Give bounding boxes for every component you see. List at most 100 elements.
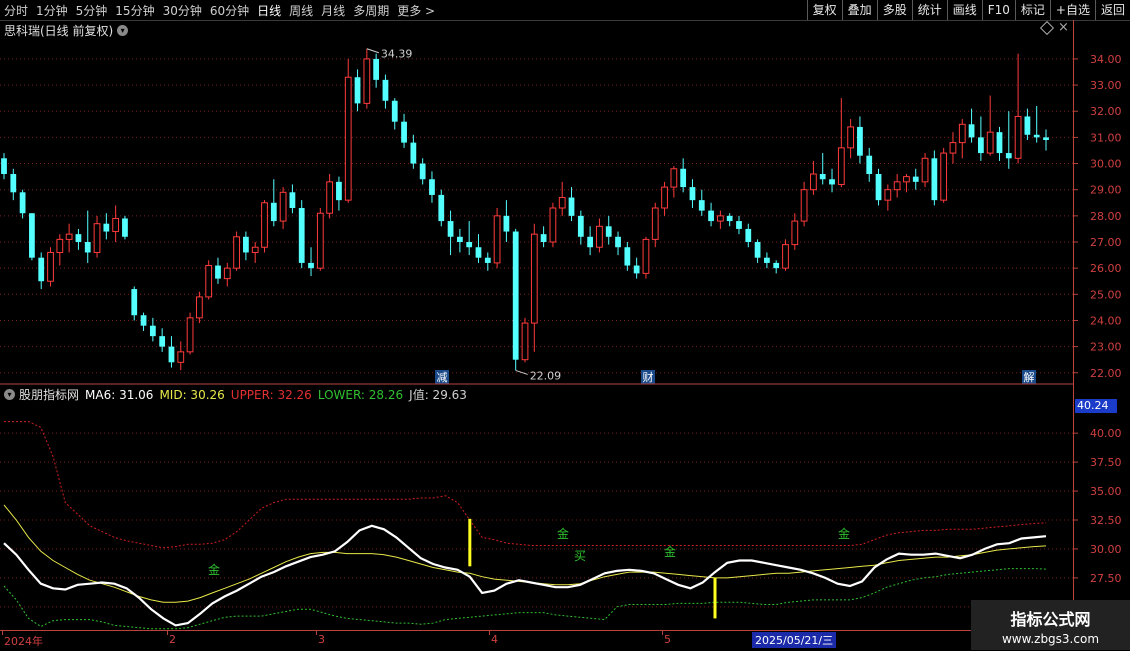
candle-body bbox=[568, 197, 575, 216]
candle-body bbox=[410, 142, 417, 164]
candle-body bbox=[549, 207, 557, 243]
mid-value: MID: 30.26 bbox=[159, 387, 225, 402]
candle-body bbox=[521, 322, 529, 361]
candle-body bbox=[587, 236, 594, 248]
candle-body bbox=[354, 77, 361, 104]
candle-body bbox=[857, 126, 863, 156]
candle-body bbox=[661, 186, 668, 209]
candle-body bbox=[93, 223, 101, 253]
candle-body bbox=[177, 351, 185, 363]
signal-label: 买 bbox=[574, 549, 586, 563]
y-tick-label: 33.00 bbox=[1090, 79, 1122, 92]
candle-body bbox=[456, 236, 463, 242]
candle-body bbox=[837, 147, 845, 185]
signal-label: 金 bbox=[208, 562, 220, 577]
candle-body bbox=[726, 215, 733, 222]
candle-body bbox=[605, 226, 612, 237]
y-tick-label: 34.00 bbox=[1090, 53, 1122, 66]
candle-body bbox=[391, 100, 398, 122]
y-tick-label: 22.00 bbox=[1090, 367, 1122, 380]
candle-body bbox=[736, 221, 742, 229]
low-pointer bbox=[515, 369, 528, 375]
signal-label: 金 bbox=[664, 544, 676, 559]
indicator-legend: ▾ 股朋指标网 MA6: 31.06 MID: 30.26 UPPER: 32.… bbox=[4, 386, 473, 403]
candle-body bbox=[493, 215, 501, 264]
candle-body bbox=[29, 213, 35, 258]
y-tick-label: 29.00 bbox=[1090, 184, 1122, 197]
watermark: 指标公式网 www.zbgs3.com bbox=[971, 600, 1130, 650]
candle-body bbox=[810, 173, 817, 191]
candle-body bbox=[168, 346, 175, 363]
candle-body bbox=[1014, 115, 1022, 159]
candle-body bbox=[1024, 116, 1031, 135]
x-axis: 2024年 2 3 4 5 2025/05/21/三 bbox=[0, 630, 1130, 651]
candle-body bbox=[84, 242, 91, 253]
candle-body bbox=[875, 174, 882, 201]
candle-body bbox=[530, 233, 538, 324]
candle-body bbox=[558, 197, 566, 209]
candle-body bbox=[205, 265, 213, 298]
y-tick-label: 27.00 bbox=[1090, 236, 1122, 249]
candle-body bbox=[251, 246, 259, 253]
candle-body bbox=[921, 157, 929, 183]
candle-body bbox=[931, 158, 938, 201]
candle-body bbox=[986, 131, 994, 154]
candle-body bbox=[308, 262, 314, 269]
candle-body bbox=[754, 242, 761, 258]
candle-body bbox=[19, 192, 26, 214]
candle-body bbox=[186, 317, 194, 353]
candle-body bbox=[791, 220, 799, 246]
candle-body bbox=[1005, 153, 1012, 159]
candle-body bbox=[279, 191, 287, 222]
x-axis-label: 3 bbox=[318, 633, 325, 646]
candle-body bbox=[949, 142, 957, 154]
candle-body bbox=[893, 181, 901, 191]
event-marker-label: 减 bbox=[437, 371, 448, 384]
indicator-y-tick-label: 32.50 bbox=[1090, 514, 1122, 527]
x-axis-tick bbox=[167, 631, 168, 635]
candle-body bbox=[336, 181, 342, 201]
chevron-down-icon[interactable]: ▾ bbox=[4, 389, 15, 400]
candle-body bbox=[419, 163, 426, 180]
candle-body bbox=[261, 202, 268, 248]
y-axis-line bbox=[1073, 20, 1074, 630]
candle-body bbox=[56, 238, 64, 253]
candle-body bbox=[131, 289, 138, 316]
candle-body bbox=[215, 265, 221, 279]
selected-date-badge: 2025/05/21/三 bbox=[752, 632, 837, 648]
candle-body bbox=[716, 215, 724, 222]
x-axis-label: 2024年 bbox=[4, 635, 43, 648]
candle-body bbox=[782, 244, 789, 269]
candle-body bbox=[866, 155, 873, 174]
indicator-y-tick-label: 30.00 bbox=[1090, 543, 1122, 556]
candle-body bbox=[466, 242, 473, 248]
candle-body bbox=[512, 231, 519, 360]
y-tick-label: 32.00 bbox=[1090, 105, 1122, 118]
candle-body bbox=[373, 58, 380, 80]
x-axis-tick bbox=[662, 631, 663, 635]
indicator-name[interactable]: 股朋指标网 bbox=[19, 386, 79, 403]
candle-body bbox=[912, 176, 919, 182]
candle-body bbox=[847, 126, 855, 149]
candle-body bbox=[223, 267, 231, 280]
upper-value: UPPER: 32.26 bbox=[230, 387, 312, 402]
candle-body bbox=[1033, 134, 1040, 138]
lower-value: LOWER: 28.26 bbox=[317, 387, 404, 402]
candle-body bbox=[140, 315, 147, 326]
candle-body bbox=[642, 238, 650, 274]
event-marker-label: 财 bbox=[643, 370, 654, 384]
x-axis-tick bbox=[316, 631, 317, 635]
candle-body bbox=[344, 76, 352, 201]
candle-body bbox=[298, 208, 305, 263]
candle-body bbox=[996, 132, 1003, 154]
candle-body bbox=[968, 124, 975, 138]
candle-body bbox=[540, 234, 547, 242]
candle-body bbox=[484, 257, 491, 263]
y-tick-label: 24.00 bbox=[1090, 314, 1122, 327]
watermark-title: 指标公式网 bbox=[1010, 610, 1091, 629]
candle-body bbox=[689, 187, 696, 201]
candle-body bbox=[363, 58, 371, 104]
candle-body bbox=[316, 212, 324, 269]
candle-body bbox=[698, 200, 705, 211]
signal-label: 金 bbox=[557, 526, 569, 541]
